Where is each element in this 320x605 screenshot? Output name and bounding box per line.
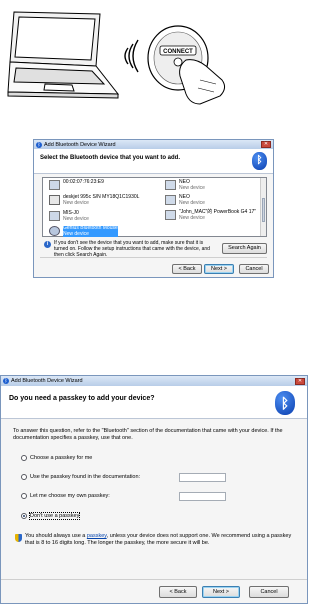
back-button[interactable]: < Back (172, 264, 202, 274)
dialog1-title: Add Bluetooth Device Wizard (44, 141, 116, 148)
warning-shield-icon (15, 534, 22, 542)
dialog2-title: Add Bluetooth Device Wizard (11, 378, 83, 384)
dialog2-header: Do you need a passkey to add your device… (1, 386, 307, 419)
dialog2-body: To answer this question, refer to the "B… (13, 428, 283, 441)
computer-icon (49, 211, 60, 221)
documentation-passkey-input[interactable] (179, 473, 226, 482)
passkey-warning-text: You should always use a passkey, unless … (25, 533, 292, 546)
next-button[interactable]: Next > (204, 264, 234, 274)
device-item[interactable]: deskjet 995c S/N MY18Q1C1930L New device (49, 194, 149, 206)
info-icon: i (44, 241, 51, 248)
cancel-button[interactable]: Cancel (239, 264, 269, 274)
device-item[interactable]: NEO New device (165, 194, 255, 206)
hand-icon (179, 59, 226, 105)
device-item[interactable]: MIS-J0 New device (49, 210, 139, 222)
info-text: If you don't see the device that you wan… (54, 240, 210, 258)
device-list[interactable]: 00:02:07:76:23:E9 NEO New device deskjet … (42, 177, 267, 237)
computer-icon (165, 195, 176, 205)
select-device-dialog: ᛒ Add Bluetooth Device Wizard ✕ Select t… (33, 139, 274, 278)
dialog1-separator (40, 257, 267, 258)
bluetooth-icon: ᛒ (36, 141, 42, 148)
close-button[interactable]: ✕ (295, 377, 305, 385)
signal-waves-icon (124, 39, 139, 73)
connect-label: CONNECT (163, 49, 193, 55)
device-item-selected[interactable]: Genius Bluetooth Mouse New device (49, 225, 149, 237)
mouse-connect-icon: CONNECT (147, 25, 226, 105)
bluetooth-logo-icon: ᛒ (275, 391, 295, 415)
bluetooth-icon: ᛒ (3, 378, 9, 384)
dialog1-heading: Select the Bluetooth device that you wan… (40, 155, 181, 161)
printer-icon (49, 195, 60, 205)
laptop-icon (7, 11, 120, 99)
own-passkey-input[interactable] (179, 492, 226, 501)
passkey-link[interactable]: passkey (87, 533, 107, 539)
device-item[interactable]: 00:02:07:76:23:E9 (49, 179, 139, 190)
device-list-scrollbar[interactable] (260, 178, 266, 236)
mouse-icon (49, 226, 60, 236)
dialog2-separator (1, 579, 307, 580)
dialog1-titlebar: ᛒ Add Bluetooth Device Wizard ✕ (34, 140, 273, 149)
computer-icon (165, 210, 176, 220)
device-item[interactable]: NEO New device (165, 179, 255, 191)
device-item[interactable]: "John_MAC"的 PowerBook G4 17" New device (165, 209, 257, 221)
computer-icon (165, 180, 176, 190)
choose-passkey-radio[interactable]: Choose a passkey for me (21, 455, 92, 461)
own-passkey-radio[interactable]: Let me choose my own passkey: (21, 493, 110, 499)
dialog2-heading: Do you need a passkey to add your device… (9, 395, 155, 402)
laptop-mouse-illustration: CONNECT (7, 11, 226, 105)
close-button[interactable]: ✕ (261, 141, 271, 148)
back-button[interactable]: < Back (159, 586, 197, 598)
documentation-passkey-radio[interactable]: Use the passkey found in the documentati… (21, 474, 140, 480)
dialog2-titlebar: ᛒ Add Bluetooth Device Wizard ✕ (1, 376, 307, 386)
computer-icon (49, 180, 60, 190)
search-again-button[interactable]: Search Again (222, 243, 267, 254)
no-passkey-radio[interactable]: Don't use a passkey (21, 512, 81, 520)
next-button[interactable]: Next > (202, 586, 240, 598)
passkey-dialog: ᛒ Add Bluetooth Device Wizard ✕ Do you n… (0, 375, 308, 604)
bluetooth-logo-icon: ᛒ (252, 152, 267, 170)
dialog1-header: Select the Bluetooth device that you wan… (34, 149, 273, 174)
cancel-button[interactable]: Cancel (249, 586, 289, 598)
